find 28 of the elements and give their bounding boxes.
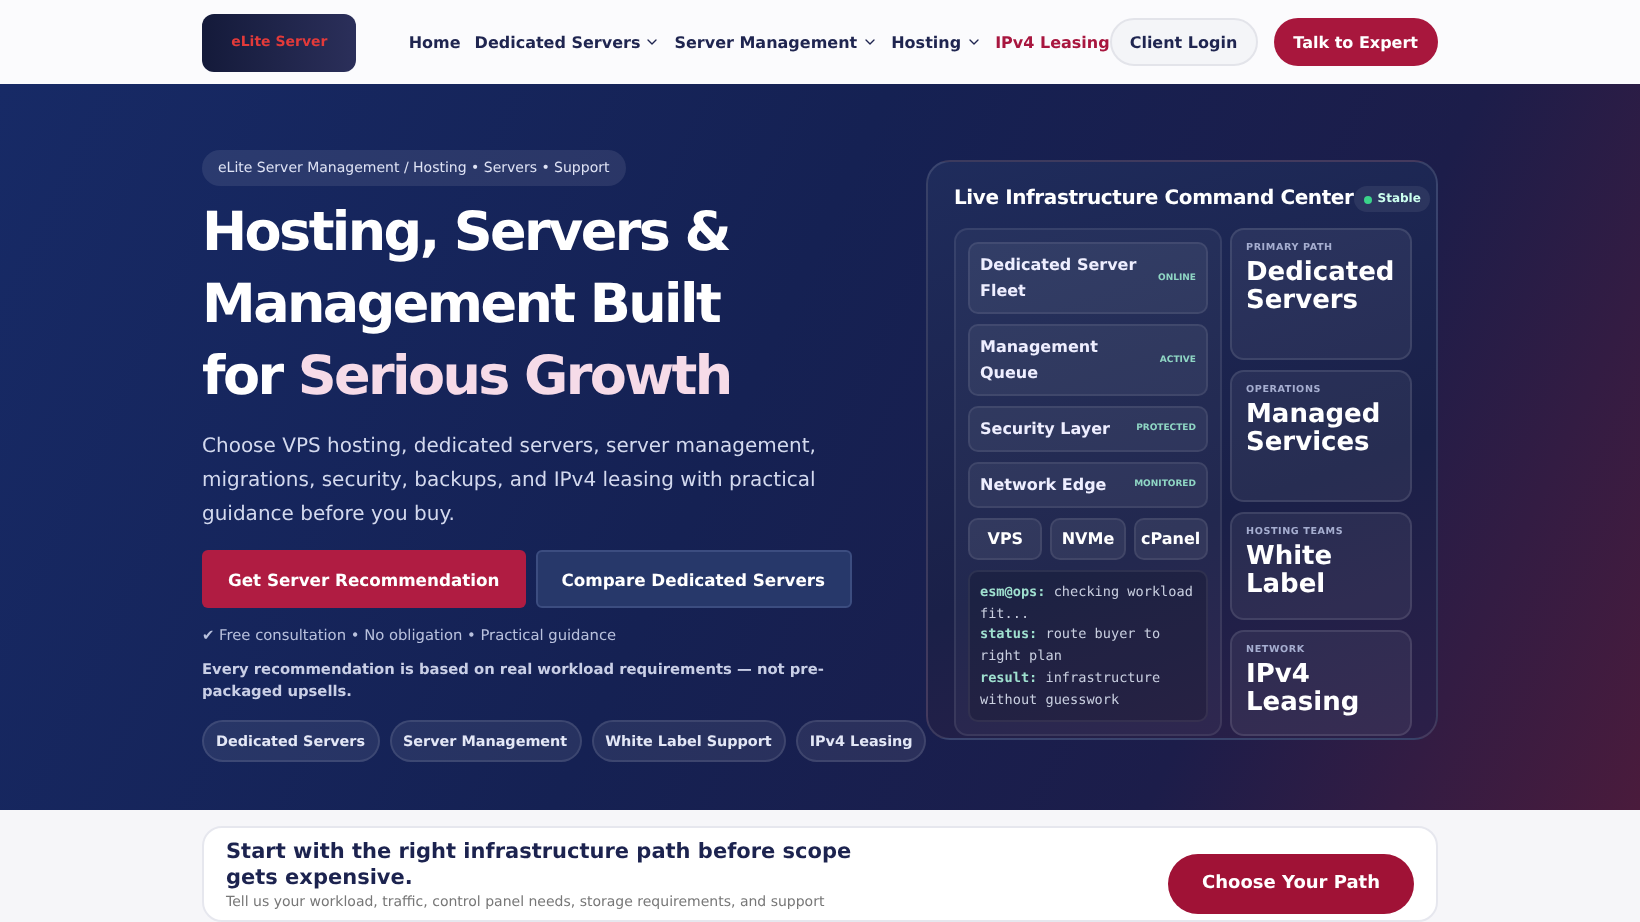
tile-value: White Label — [1246, 544, 1335, 601]
tile-value: Managed Services — [1246, 402, 1383, 459]
tile-value: IPv4 Leasing — [1246, 661, 1362, 718]
client-login-button[interactable]: Client Login — [1109, 18, 1258, 66]
choose-path-button[interactable]: Choose Your Path — [1168, 854, 1414, 914]
service-name: Security Layer — [980, 418, 1110, 442]
tech-chip: cPanel — [1133, 518, 1208, 560]
chevron-down-icon — [965, 34, 982, 50]
service-name: Network Edge — [980, 474, 1107, 498]
chevron-down-icon — [861, 34, 878, 50]
hero-title: Hosting, Servers & Management Built for Serious Growth — [202, 200, 733, 412]
tech-chip: VPS — [968, 518, 1043, 560]
nav-link[interactable]: Server Management — [674, 33, 878, 51]
compare-button[interactable]: Compare Dedicated Servers — [535, 550, 851, 608]
path-heading: Start with the right infrastructure path before scope gets expensive. — [226, 840, 854, 892]
nav-link[interactable]: Home — [408, 33, 461, 51]
nav-link[interactable]: IPv4 Leasing — [995, 33, 1110, 51]
service-name: Dedicated Server Fleet — [980, 254, 1139, 304]
chevron-down-icon — [644, 34, 661, 50]
talk-to-expert-button[interactable]: Talk to Expert — [1273, 18, 1438, 66]
service-name: Management Queue — [980, 336, 1100, 386]
card-title: Live Infrastructure Command Center — [954, 188, 1354, 210]
tile-value: Dedicated Servers — [1246, 260, 1396, 316]
recommendation-button[interactable]: Get Server Recommendation — [202, 550, 526, 608]
nav-link[interactable]: Dedicated Servers — [474, 33, 661, 51]
hero-description: Choose VPS hosting, dedicated servers, server management, migrations, security, backups, and IPv4 leasing with practical guidance before you buy. — [202, 434, 818, 530]
nav-link[interactable]: Hosting — [891, 33, 982, 51]
tech-chip: NVMe — [1050, 518, 1126, 560]
